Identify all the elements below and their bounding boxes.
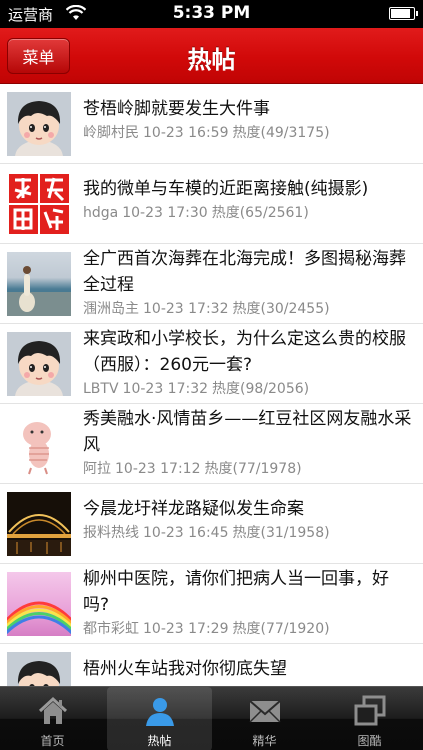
home-icon: [38, 696, 67, 724]
battery-icon: [389, 7, 418, 20]
list-item[interactable]: 今晨龙圩祥龙路疑似发生命案 报料热线 10-23 16:45 热度(31/1958): [0, 484, 423, 564]
post-author: LBTV: [83, 381, 119, 397]
cartoon-avatar-thumbnail: [7, 92, 71, 156]
red-seal-logo-thumbnail: [7, 172, 71, 236]
post-author: 都市彩虹: [83, 621, 139, 637]
post-meta: 阿拉 10-23 17:12 热度(77/1978): [83, 460, 415, 478]
post-time: 10-23 17:12: [115, 461, 201, 477]
post-time: 10-23 17:32: [143, 301, 229, 317]
post-time: 10-23 16:59: [143, 125, 229, 141]
post-title: 全广西首次海葬在北海完成！多图揭秘海葬全过程: [83, 249, 406, 295]
post-heat: 热度(49/3175): [232, 125, 330, 141]
tab-label: 精华: [252, 734, 277, 748]
pig-sketch-thumbnail: [7, 412, 71, 476]
post-meta: 涠洲岛主 10-23 17:32 热度(30/2455): [83, 300, 415, 318]
post-title: 柳州中医院，请你们把病人当一回事，好吗?: [83, 569, 389, 615]
person-icon: [145, 698, 174, 726]
tab-gallery[interactable]: 图酷: [317, 687, 422, 750]
tab-home[interactable]: 首页: [0, 687, 105, 750]
list-item[interactable]: 秀美融水·风情苗乡——红豆社区网友融水采风 阿拉 10-23 17:12 热度(77…: [0, 404, 423, 484]
post-heat: 热度(77/1920): [232, 621, 330, 637]
post-meta: 报料热线 10-23 16:45 热度(31/1958): [83, 524, 415, 542]
post-title: 来宾政和小学校长，为什么定这么贵的校服（西服）：260元一套?: [83, 329, 406, 375]
list-item[interactable]: 我的微单与车模的近距离接触(纯摄影) hdga 10-23 17:30 热度(65/…: [0, 164, 423, 244]
list-item[interactable]: 来宾政和小学校长，为什么定这么贵的校服（西服）：260元一套? LBTV 10-2…: [0, 324, 423, 404]
rainbow-thumbnail: [7, 572, 71, 636]
post-title: 今晨龙圩祥龙路疑似发生命案: [83, 499, 304, 519]
post-list[interactable]: 苍梧岭脚就要发生大件事 岭脚村民 10-23 16:59 热度(49/3175) 我…: [0, 84, 423, 686]
clock: 5:33 PM: [172, 3, 251, 23]
post-time: 10-23 16:45: [143, 525, 229, 541]
post-title: 秀美融水·风情苗乡——红豆社区网友融水采风: [83, 409, 412, 455]
seaside-photo-thumbnail: [7, 252, 71, 316]
post-title: 梧州火车站我对你彻底失望: [83, 659, 287, 679]
post-meta: hdga 10-23 17:30 热度(65/2561): [83, 204, 415, 222]
post-meta: LBTV 10-23 17:32 热度(98/2056): [83, 380, 415, 398]
post-title: 我的微单与车模的近距离接触(纯摄影): [83, 179, 369, 199]
status-bar: 运营商 5:33 PM: [0, 0, 423, 28]
post-time: 10-23 17:29: [143, 621, 229, 637]
post-title: 苍梧岭脚就要发生大件事: [83, 99, 270, 119]
post-author: 岭脚村民: [83, 125, 139, 141]
tab-label: 首页: [40, 734, 65, 748]
post-heat: 热度(31/1958): [232, 525, 330, 541]
post-heat: 热度(77/1978): [204, 461, 302, 477]
post-heat: 热度(65/2561): [211, 205, 309, 221]
post-author: 报料热线: [83, 525, 139, 541]
tab-bar: 首页 热帖 精华 图酷: [0, 686, 423, 750]
list-item[interactable]: 苍梧岭脚就要发生大件事 岭脚村民 10-23 16:59 热度(49/3175): [0, 84, 423, 164]
post-time: 10-23 17:32: [122, 381, 209, 397]
page-title: 热帖: [187, 46, 236, 74]
tab-hot-posts[interactable]: 热帖: [107, 687, 212, 750]
post-meta: 都市彩虹 10-23 17:29 热度(77/1920): [83, 620, 415, 638]
post-heat: 热度(30/2455): [232, 301, 330, 317]
post-author: 涠洲岛主: [83, 301, 139, 317]
cartoon-avatar-thumbnail: [7, 332, 71, 396]
post-author: 阿拉: [83, 461, 111, 477]
tab-label: 热帖: [147, 734, 172, 748]
cartoon-avatar-thumbnail: [7, 652, 71, 686]
post-author: hdga: [83, 205, 119, 221]
night-bridge-thumbnail: [7, 492, 71, 556]
list-item[interactable]: 柳州中医院，请你们把病人当一回事，好吗? 都市彩虹 10-23 17:29 热度(7…: [0, 564, 423, 644]
nav-bar: 菜单 热帖: [0, 28, 423, 84]
tab-label: 图酷: [357, 734, 382, 748]
post-time: 10-23 17:30: [122, 205, 208, 221]
gallery-icon: [354, 695, 385, 726]
list-item[interactable]: 全广西首次海葬在北海完成！多图揭秘海葬全过程 涠洲岛主 10-23 17:32 热度…: [0, 244, 423, 324]
envelope-icon: [248, 700, 281, 723]
list-item[interactable]: 梧州火车站我对你彻底失望: [0, 644, 423, 686]
post-heat: 热度(98/2056): [212, 381, 310, 397]
tab-featured[interactable]: 精华: [212, 687, 317, 750]
post-meta: 岭脚村民 10-23 16:59 热度(49/3175): [83, 124, 415, 142]
